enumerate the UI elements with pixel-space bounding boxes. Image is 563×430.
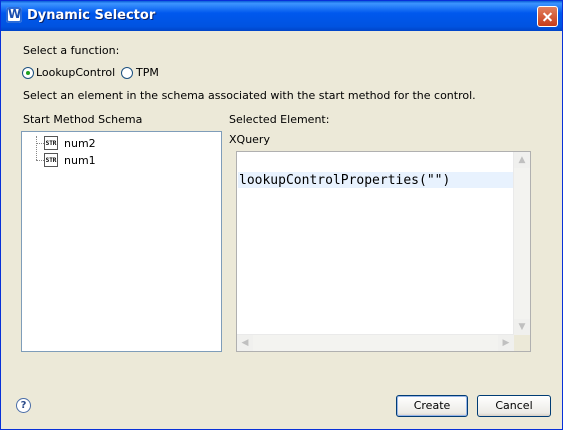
vertical-scrollbar[interactable]: ▲ ▼ — [513, 152, 530, 351]
scroll-right-icon[interactable]: ▶ — [498, 335, 514, 351]
app-icon — [6, 7, 22, 23]
create-button[interactable]: Create — [396, 395, 468, 417]
radio-lookupcontrol-button[interactable] — [22, 67, 34, 79]
radio-lookupcontrol-label[interactable]: LookupControl — [36, 66, 115, 79]
xquery-text[interactable]: lookupControlProperties("") — [239, 173, 450, 188]
tree-item-label[interactable]: num2 — [64, 137, 96, 150]
cancel-button[interactable]: Cancel — [477, 395, 551, 417]
window-title: Dynamic Selector — [27, 8, 156, 23]
help-icon[interactable]: ? — [16, 398, 31, 413]
tree-connector — [36, 136, 37, 160]
horizontal-scrollbar[interactable]: ◀ ▶ — [237, 334, 514, 351]
string-type-icon: STR — [44, 153, 58, 167]
instruction-text: Select an element in the schema associat… — [23, 89, 476, 102]
scroll-left-icon[interactable]: ◀ — [237, 335, 253, 351]
xquery-editor[interactable]: lookupControlProperties("") ▲ ▼ ◀ ▶ — [236, 151, 531, 352]
tree-item-label[interactable]: num1 — [64, 154, 96, 167]
title-bar[interactable]: Dynamic Selector — [1, 1, 562, 31]
function-label: Select a function: — [23, 44, 120, 57]
string-type-icon: STR — [44, 136, 58, 150]
schema-tree[interactable]: STR num2 STR num1 — [21, 131, 222, 352]
radio-tpm-button[interactable] — [121, 67, 133, 79]
xquery-label: XQuery — [229, 133, 270, 146]
dialog-window: Dynamic Selector Select a function: Look… — [0, 0, 563, 430]
selected-element-label: Selected Element: — [229, 113, 330, 126]
scroll-up-icon[interactable]: ▲ — [514, 152, 530, 168]
schema-label: Start Method Schema — [23, 113, 143, 126]
radio-tpm-label[interactable]: TPM — [136, 66, 159, 79]
scroll-down-icon[interactable]: ▼ — [514, 319, 530, 335]
close-button[interactable] — [537, 6, 558, 27]
scrollbar-corner — [514, 335, 530, 351]
